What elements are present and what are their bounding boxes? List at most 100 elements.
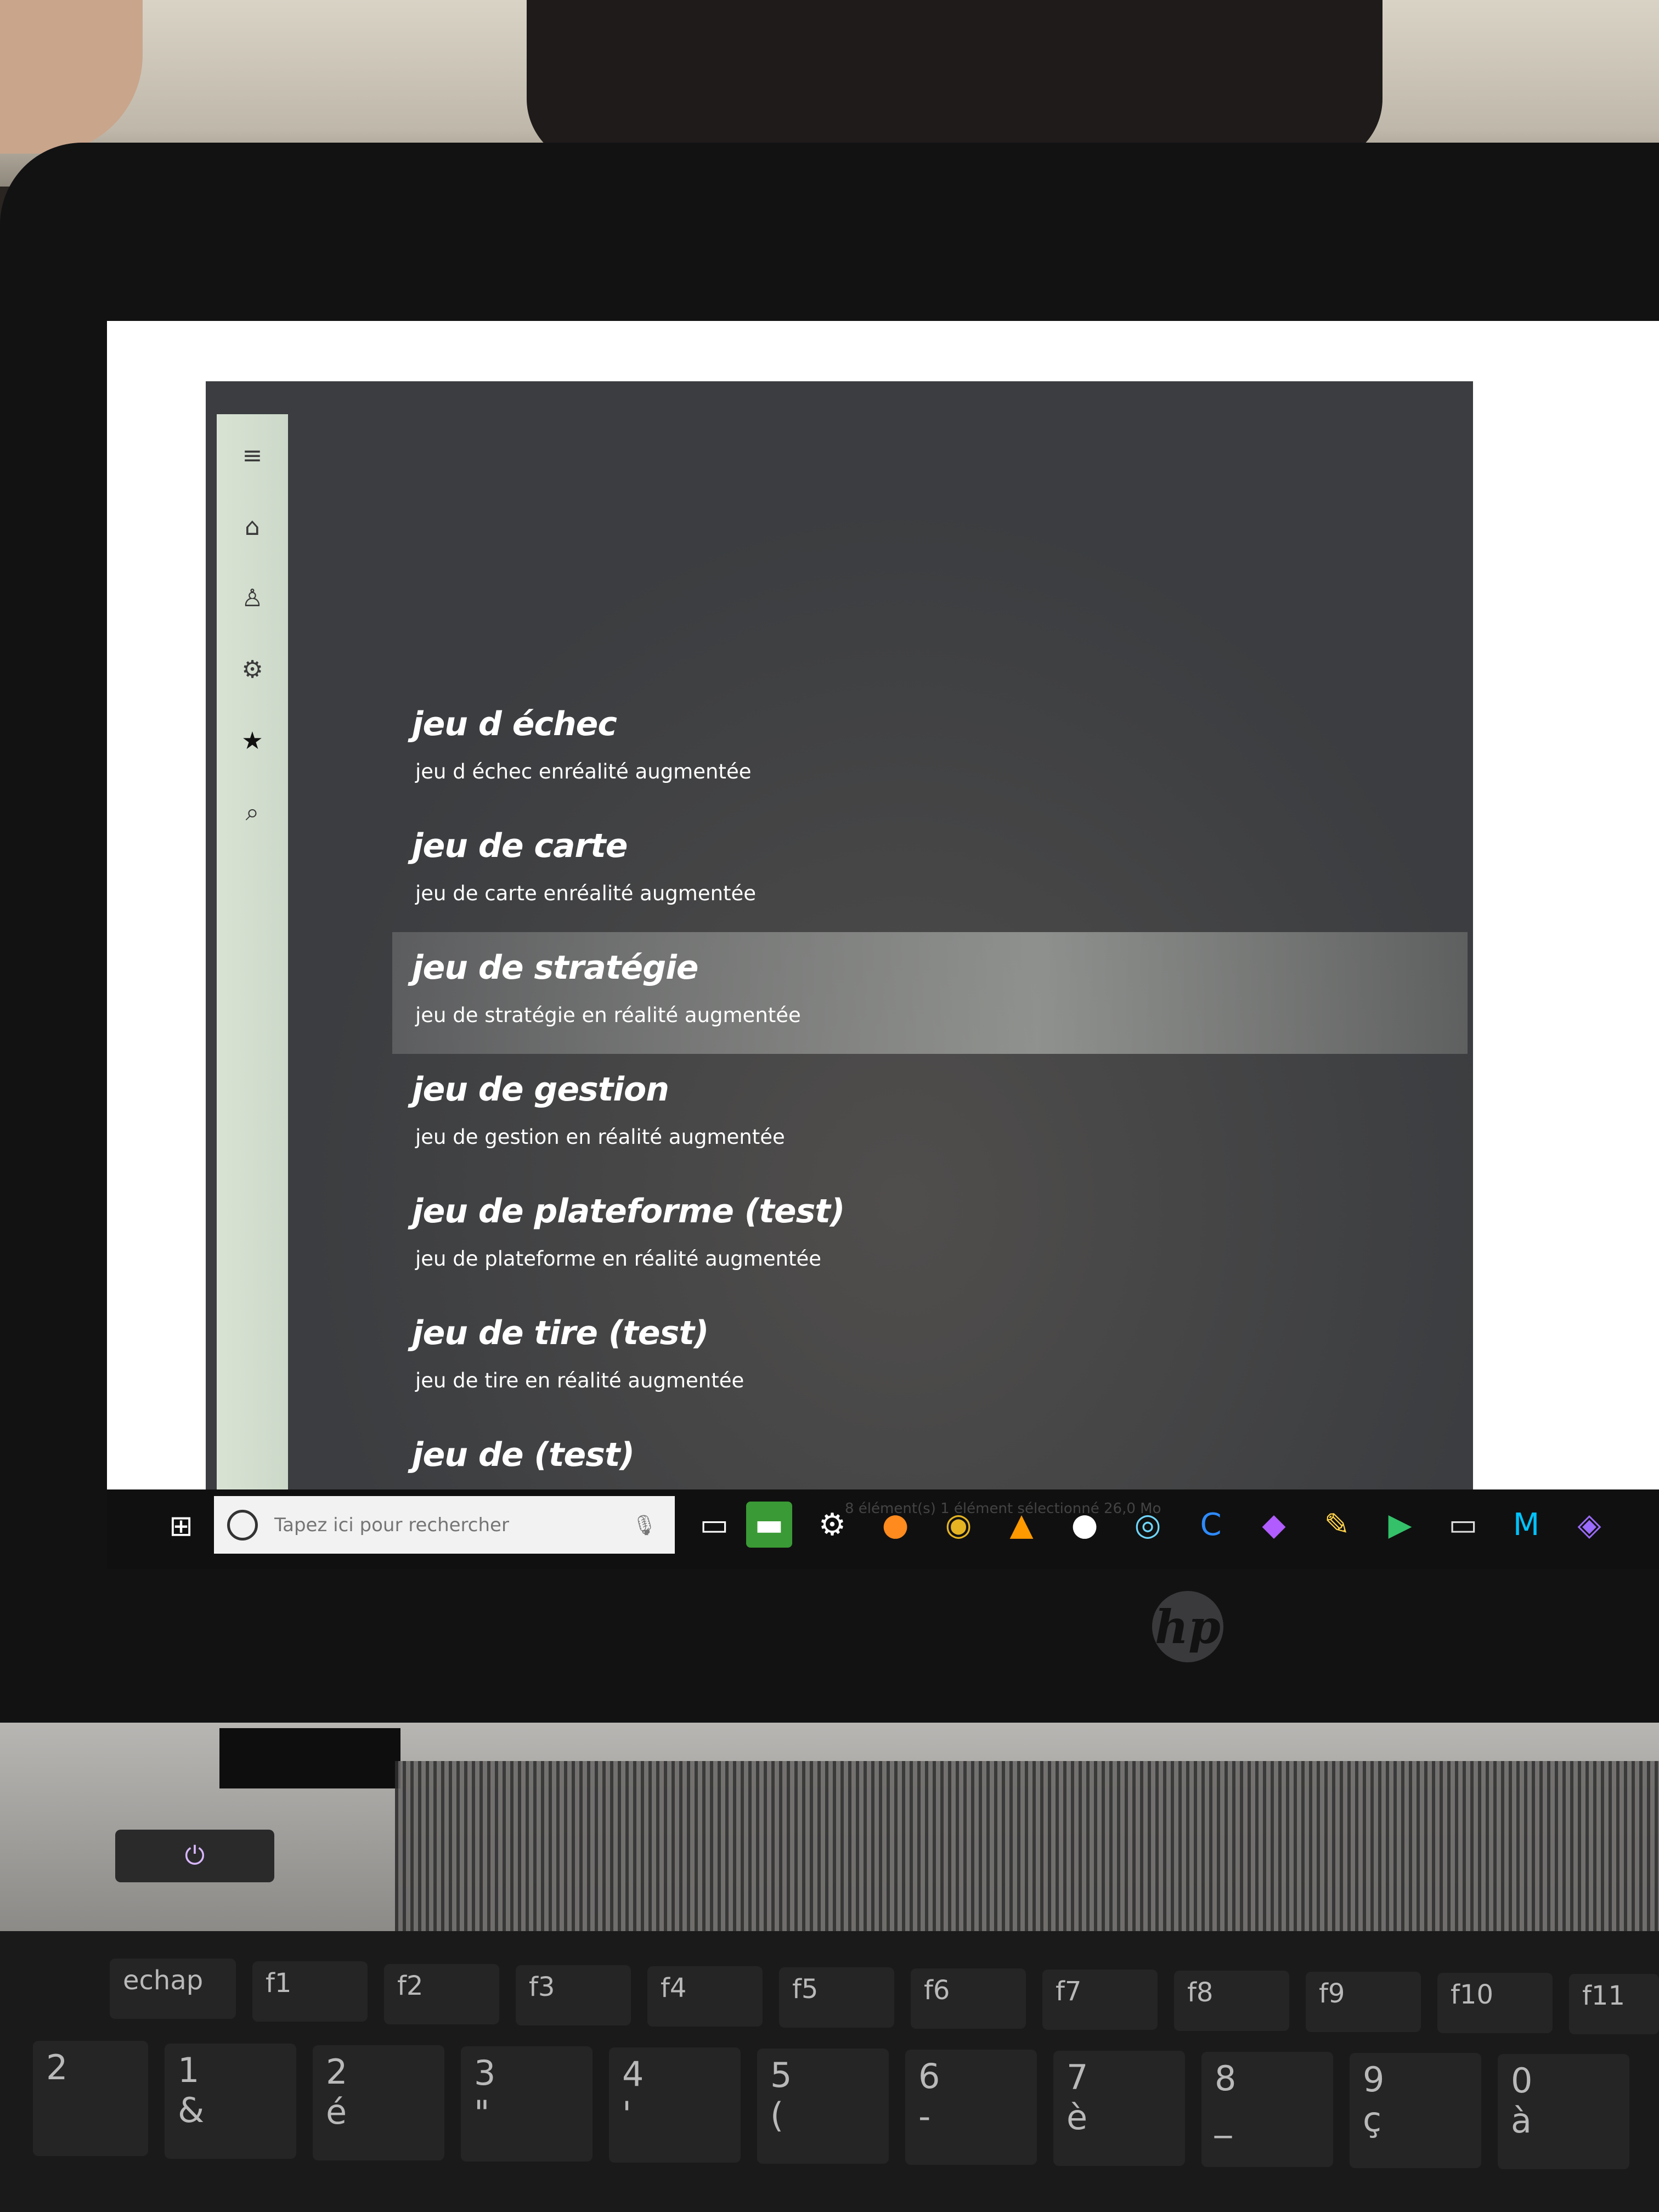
list-item[interactable]: jeu de tire (test) jeu de tire en réalit… <box>392 1297 1468 1419</box>
key-top: 4 <box>622 2054 644 2094</box>
item-subtitle: jeu de tire en réalité augmentée <box>415 1369 744 1392</box>
key-top: 3 <box>474 2053 496 2093</box>
key-top: 9 <box>1363 2059 1385 2100</box>
key-bottom: _ <box>1215 2098 1232 2138</box>
cortana-icon[interactable] <box>227 1509 258 1541</box>
key-f3[interactable]: f3 <box>516 1965 631 2025</box>
key-f6[interactable]: f6 <box>911 1968 1026 2029</box>
task-view-icon[interactable]: ▭ <box>691 1502 737 1548</box>
item-title: jeu de plateforme (test) <box>412 1192 845 1231</box>
key-bottom: è <box>1066 2097 1088 2137</box>
hp-logo: hp <box>1152 1591 1223 1662</box>
keyboard: echap f1 f2 f3 f4 f5 f6 f7 f8 f9 f10 f11… <box>0 1931 1659 2212</box>
key-f7[interactable]: f7 <box>1042 1970 1158 2030</box>
key-bottom: 2 <box>46 2047 68 2087</box>
list-item[interactable]: jeu de plateforme (test) jeu de platefor… <box>392 1176 1468 1297</box>
key-f4[interactable]: f4 <box>647 1966 763 2027</box>
matlab-icon[interactable]: M <box>1503 1502 1549 1548</box>
key-bottom: & <box>178 2090 205 2130</box>
item-title: jeu de gestion <box>412 1070 669 1109</box>
unity-hub-icon[interactable]: ◎ <box>1125 1502 1171 1548</box>
key-f5[interactable]: f5 <box>779 1967 894 2028</box>
profile-icon[interactable]: ♙ <box>233 579 272 617</box>
key-top: 5 <box>770 2055 792 2095</box>
key-bottom: ç <box>1363 2100 1382 2140</box>
key-number[interactable]: 6- <box>905 2050 1037 2165</box>
favorites-icon[interactable]: ★ <box>233 721 272 760</box>
key-number[interactable]: 5( <box>757 2049 889 2164</box>
list-item[interactable]: jeu d échec jeu d échec enréalité augmen… <box>392 689 1468 810</box>
key-number[interactable]: 1 & <box>165 2044 296 2159</box>
laptop-hinge <box>219 1728 400 1788</box>
key-top: 7 <box>1066 2057 1088 2097</box>
key-bottom: " <box>474 2093 490 2133</box>
item-title: jeu de (test) <box>412 1436 635 1474</box>
key-number[interactable]: 4 ' <box>609 2047 741 2163</box>
speaker-grille <box>395 1761 1659 1942</box>
item-title: jeu d échec <box>412 705 617 743</box>
key-number[interactable]: 3 " <box>461 2046 592 2162</box>
settings-icon[interactable]: ⚙ <box>809 1502 855 1548</box>
key-f1[interactable]: f1 <box>252 1961 368 2022</box>
item-subtitle: jeu d échec enréalité augmentée <box>415 760 752 783</box>
windows-start-icon[interactable]: ⊞ <box>162 1507 200 1545</box>
key-f10[interactable]: f10 <box>1437 1973 1553 2033</box>
item-title: jeu de stratégie <box>412 949 698 987</box>
item-title: jeu de tire (test) <box>412 1314 709 1352</box>
background-person <box>527 0 1383 165</box>
app-icon[interactable]: ● <box>1062 1502 1108 1548</box>
key-bottom: ( <box>770 2095 784 2135</box>
chrome-icon[interactable]: ◉ <box>935 1502 981 1548</box>
vlc-icon[interactable]: ▲ <box>998 1502 1045 1548</box>
key-number[interactable]: 7è <box>1053 2051 1185 2166</box>
navigation-pane: ≡ ⌂ ♙ ⚙ ★ ⌕ <box>217 414 288 1555</box>
game-list-app-window: ≡ ⌂ ♙ ⚙ ★ ⌕ jeu d échec jeu d échec enré… <box>206 381 1473 1555</box>
key-top: 0 <box>1511 2061 1533 2101</box>
game-list: jeu d échec jeu d échec enréalité augmen… <box>392 689 1468 1541</box>
visual-studio-code-icon[interactable]: ◈ <box>1566 1502 1612 1548</box>
list-item[interactable]: jeu de gestion jeu de gestion en réalité… <box>392 1054 1468 1176</box>
list-item[interactable]: jeu de carte jeu de carte enréalité augm… <box>392 810 1468 932</box>
power-button-icon[interactable]: ⏻ <box>115 1830 274 1882</box>
key-f8[interactable]: f8 <box>1174 1971 1289 2031</box>
item-subtitle: jeu de plateforme en réalité augmentée <box>415 1247 822 1271</box>
key-top: 2 <box>326 2052 348 2092</box>
item-subtitle: jeu de gestion en réalité augmentée <box>415 1125 785 1149</box>
list-item-selected[interactable]: jeu de stratégie jeu de stratégie en réa… <box>392 932 1468 1054</box>
file-explorer-icon[interactable]: ▬ <box>746 1502 792 1548</box>
window-icon[interactable]: ▭ <box>1440 1502 1486 1548</box>
windows-taskbar: ⊞ 🎙 8 élément(s) 1 élément sélectionné 2… <box>107 1489 1659 1569</box>
key-top: 8 <box>1215 2058 1237 2098</box>
key-top: 6 <box>918 2056 940 2096</box>
home-icon[interactable]: ⌂ <box>233 507 272 546</box>
key-number[interactable]: 2 <box>33 2041 148 2156</box>
visual-studio-icon[interactable]: ◆ <box>1251 1502 1297 1548</box>
microphone-icon[interactable]: 🎙 <box>632 1514 657 1537</box>
key-number[interactable]: 9ç <box>1350 2053 1481 2168</box>
key-number[interactable]: 8 _ <box>1201 2052 1333 2167</box>
taskbar-search-box[interactable]: 🎙 <box>214 1496 675 1554</box>
key-f9[interactable]: f9 <box>1306 1972 1421 2032</box>
key-f2[interactable]: f2 <box>384 1964 499 2024</box>
item-subtitle: jeu de carte enréalité augmentée <box>415 882 757 905</box>
key-f11[interactable]: f11 <box>1569 1974 1659 2034</box>
key-number[interactable]: 0à <box>1498 2054 1629 2169</box>
firefox-icon[interactable]: ● <box>872 1502 918 1548</box>
ccleaner-icon[interactable]: C <box>1188 1502 1234 1548</box>
search-icon[interactable]: ⌕ <box>233 793 272 831</box>
settings-icon[interactable]: ⚙ <box>233 650 272 689</box>
laptop-screen: ≡ ⌂ ♙ ⚙ ★ ⌕ jeu d échec jeu d échec enré… <box>107 321 1659 1569</box>
key-bottom: ' <box>622 2094 632 2134</box>
key-bottom: - <box>918 2096 931 2136</box>
key-number[interactable]: 2é <box>313 2045 444 2160</box>
hamburger-menu-icon[interactable]: ≡ <box>233 436 272 475</box>
play-store-icon[interactable]: ▶ <box>1377 1502 1423 1548</box>
item-title: jeu de carte <box>412 827 628 865</box>
key-top: 1 <box>178 2050 200 2090</box>
item-subtitle: jeu de stratégie en réalité augmentée <box>415 1003 801 1027</box>
taskbar-search-input[interactable] <box>273 1513 627 1537</box>
key-bottom: à <box>1511 2101 1532 2141</box>
key-escape[interactable]: echap <box>110 1959 236 2019</box>
sticky-notes-icon[interactable]: ✎ <box>1314 1502 1360 1548</box>
key-bottom: é <box>326 2092 347 2132</box>
